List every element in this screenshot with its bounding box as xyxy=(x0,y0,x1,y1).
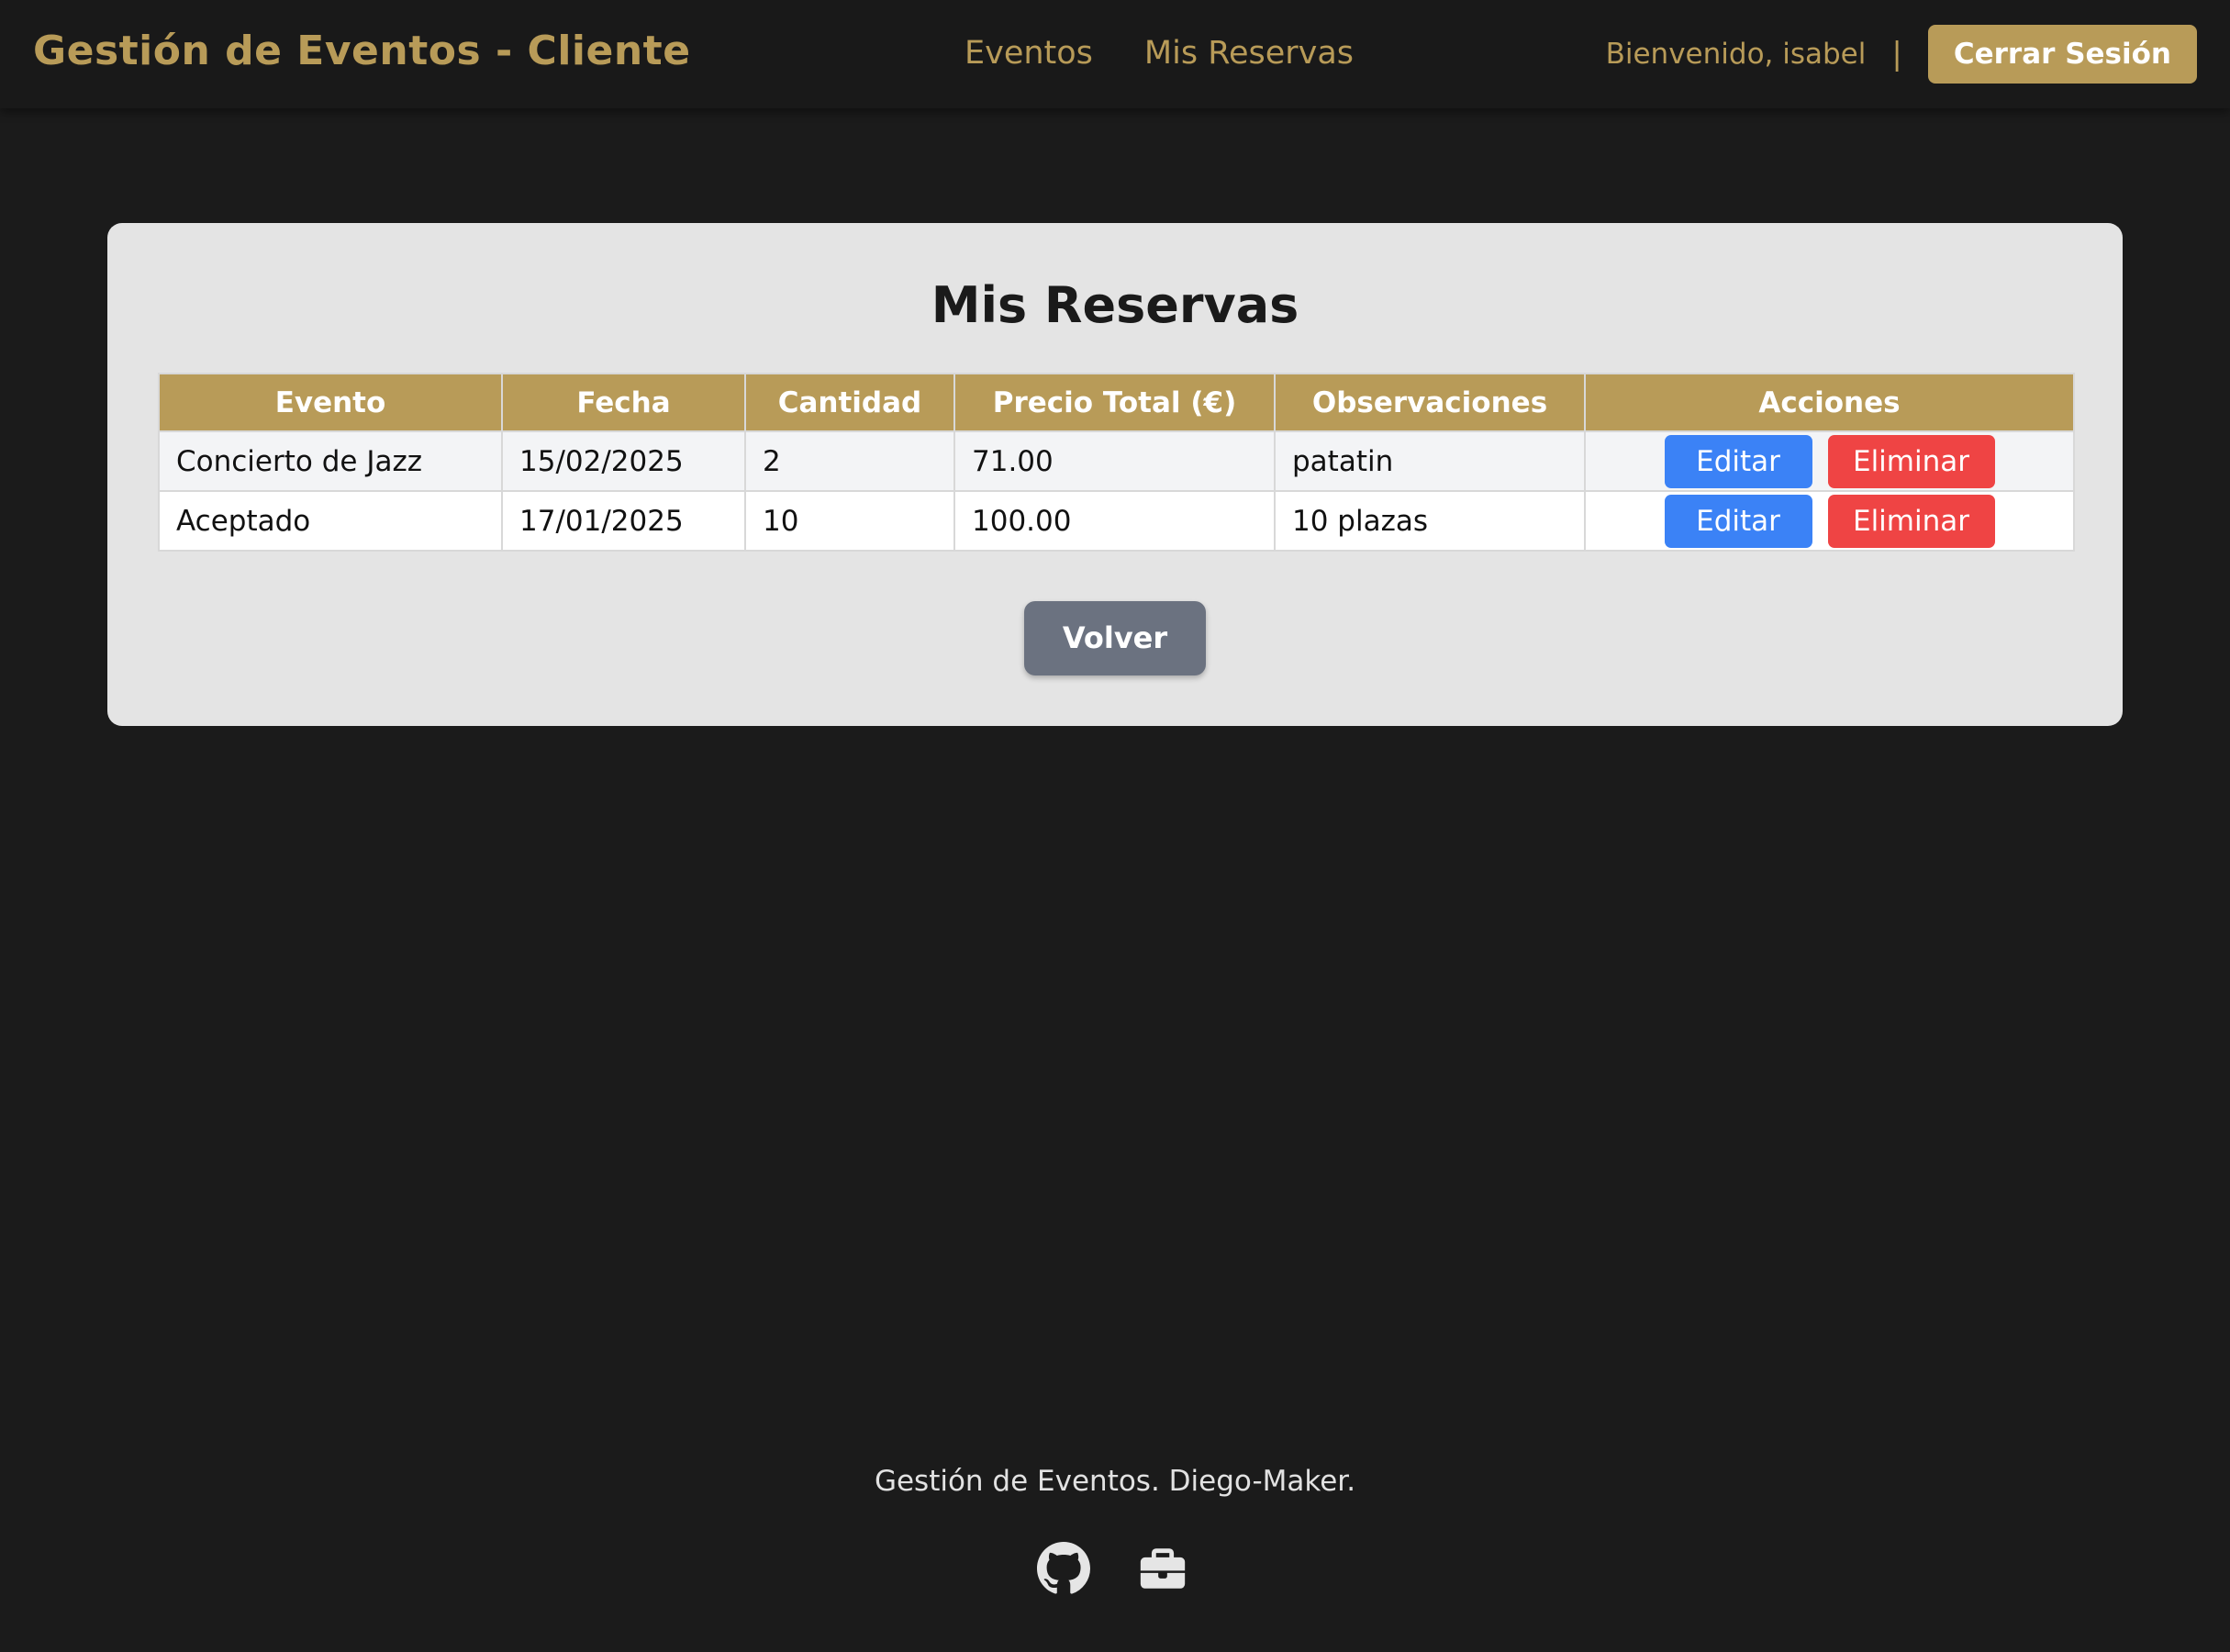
reservations-card: Mis Reservas Evento Fecha Cantidad Preci… xyxy=(107,223,2123,726)
page-title: Mis Reservas xyxy=(931,276,1299,334)
back-button[interactable]: Volver xyxy=(1024,601,1206,675)
brand-title[interactable]: Gestión de Eventos - Cliente xyxy=(33,28,691,74)
logout-button[interactable]: Cerrar Sesión xyxy=(1927,25,2197,84)
column-header-cantidad: Cantidad xyxy=(744,373,955,432)
table-row: Aceptado 17/01/2025 10 100.00 10 plazas … xyxy=(158,490,2075,552)
cell-evento: Aceptado xyxy=(158,490,503,552)
nav-link-mis-reservas[interactable]: Mis Reservas xyxy=(1144,35,1354,72)
column-header-evento: Evento xyxy=(158,373,503,432)
cell-cantidad: 10 xyxy=(744,490,955,552)
column-header-observaciones: Observaciones xyxy=(1274,373,1586,432)
top-navbar: Gestión de Eventos - Cliente Eventos Mis… xyxy=(0,0,2230,108)
column-header-acciones: Acciones xyxy=(1584,373,2075,432)
cell-observaciones: 10 plazas xyxy=(1274,490,1586,552)
cell-observaciones: patatin xyxy=(1274,430,1586,492)
footer-text: Gestión de Eventos. Diego-Maker. xyxy=(874,1465,1356,1498)
reservations-table: Evento Fecha Cantidad Precio Total (€) O… xyxy=(158,373,2075,552)
cell-acciones: Editar Eliminar xyxy=(1584,490,2075,552)
welcome-text: Bienvenido, isabel xyxy=(1605,38,1867,71)
column-header-precio-total: Precio Total (€) xyxy=(953,373,1276,432)
cell-evento: Concierto de Jazz xyxy=(158,430,503,492)
main-nav: Eventos Mis Reservas xyxy=(964,35,1354,72)
column-header-fecha: Fecha xyxy=(501,373,746,432)
cell-precio-total: 71.00 xyxy=(953,430,1276,492)
edit-button[interactable]: Editar xyxy=(1664,434,1812,488)
delete-button[interactable]: Eliminar xyxy=(1827,494,1995,548)
cell-acciones: Editar Eliminar xyxy=(1584,430,2075,492)
table-header-row: Evento Fecha Cantidad Precio Total (€) O… xyxy=(158,373,2075,432)
edit-button[interactable]: Editar xyxy=(1664,494,1812,548)
delete-button[interactable]: Eliminar xyxy=(1827,434,1995,488)
nav-link-eventos[interactable]: Eventos xyxy=(964,35,1093,72)
nav-divider: | xyxy=(1891,36,1902,73)
footer-links xyxy=(1037,1542,1189,1595)
cell-fecha: 15/02/2025 xyxy=(501,430,746,492)
github-icon[interactable] xyxy=(1037,1542,1090,1595)
user-area: Bienvenido, isabel | Cerrar Sesión xyxy=(1606,25,2197,84)
cell-cantidad: 2 xyxy=(744,430,955,492)
table-row: Concierto de Jazz 15/02/2025 2 71.00 pat… xyxy=(158,430,2075,492)
briefcase-icon[interactable] xyxy=(1136,1542,1189,1595)
cell-fecha: 17/01/2025 xyxy=(501,490,746,552)
cell-precio-total: 100.00 xyxy=(953,490,1276,552)
